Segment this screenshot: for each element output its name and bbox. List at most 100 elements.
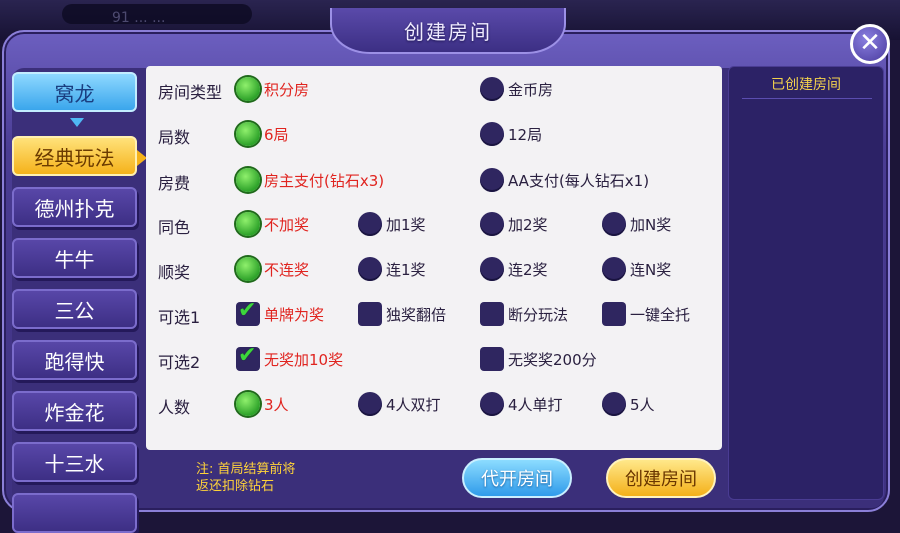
radio-icon[interactable]	[480, 168, 504, 192]
row-label: 同色	[158, 218, 191, 237]
option-label: 不加奖	[264, 215, 310, 234]
tab-6[interactable]: 炸金花	[12, 391, 137, 431]
row-label: 局数	[158, 128, 191, 147]
radio-icon[interactable]	[236, 168, 260, 192]
option-label: 金币房	[508, 80, 554, 99]
close-icon: ✕	[859, 28, 881, 58]
option-label: 积分房	[264, 80, 310, 99]
radio-option[interactable]: 金币房	[480, 76, 553, 102]
option-label: 4人单打	[508, 395, 563, 414]
option-label: 独奖翻倍	[386, 305, 447, 324]
close-button[interactable]: ✕	[850, 24, 890, 64]
radio-icon[interactable]	[358, 392, 382, 416]
chevron-down-icon	[70, 118, 84, 127]
row-label: 人数	[158, 398, 191, 417]
radio-icon[interactable]	[236, 212, 260, 236]
option-label: 加2奖	[508, 215, 548, 234]
option-label: 加1奖	[386, 215, 426, 234]
radio-icon[interactable]	[602, 392, 626, 416]
radio-icon[interactable]	[480, 122, 504, 146]
tab-4[interactable]: 三公	[12, 289, 137, 329]
option-label: 3人	[264, 395, 289, 414]
radio-option[interactable]: 房主支付(钻石x3)	[236, 167, 384, 193]
checkbox-option[interactable]: 独奖翻倍	[358, 301, 446, 327]
checkbox-option[interactable]: 断分玩法	[480, 301, 568, 327]
radio-option[interactable]: 5人	[602, 391, 655, 417]
checkbox-icon[interactable]	[480, 347, 504, 371]
tab-3[interactable]: 牛牛	[12, 238, 137, 278]
radio-option[interactable]: AA支付(每人钻石x1)	[480, 167, 649, 193]
checkbox-icon[interactable]	[602, 302, 626, 326]
radio-icon[interactable]	[480, 77, 504, 101]
row-label: 房间类型	[158, 83, 223, 102]
radio-icon[interactable]	[358, 257, 382, 281]
radio-icon[interactable]	[236, 257, 260, 281]
option-label: 连1奖	[386, 260, 426, 279]
radio-icon[interactable]	[236, 392, 260, 416]
checkbox-icon[interactable]	[236, 343, 260, 371]
radio-icon[interactable]	[480, 392, 504, 416]
checkbox-option[interactable]: 一键全托	[602, 301, 690, 327]
option-label: 断分玩法	[508, 305, 569, 324]
checkbox-icon[interactable]	[480, 302, 504, 326]
room-code-text: 91 ... ...	[112, 10, 166, 26]
row-label: 顺奖	[158, 263, 191, 282]
option-label: 一键全托	[630, 305, 691, 324]
option-label: 5人	[630, 395, 655, 414]
option-label: 无奖加10奖	[264, 350, 344, 369]
proxy-open-room-button[interactable]: 代开房间	[462, 458, 572, 498]
radio-option[interactable]: 12局	[480, 121, 542, 147]
option-label: 不连奖	[264, 260, 310, 279]
checkbox-icon[interactable]	[236, 298, 260, 326]
radio-icon[interactable]	[602, 212, 626, 236]
created-rooms-title: 已创建房间	[771, 77, 841, 93]
radio-icon[interactable]	[602, 257, 626, 281]
option-label: 6局	[264, 125, 289, 144]
option-label: 连N奖	[630, 260, 672, 279]
option-label: 加N奖	[630, 215, 672, 234]
radio-option[interactable]: 不加奖	[236, 211, 309, 237]
option-label: 12局	[508, 125, 543, 144]
row-label: 房费	[158, 174, 191, 193]
radio-option[interactable]: 不连奖	[236, 256, 309, 282]
checkbox-option[interactable]: 单牌为奖	[236, 298, 325, 327]
radio-icon[interactable]	[358, 212, 382, 236]
radio-icon[interactable]	[480, 212, 504, 236]
tab-1[interactable]: 经典玩法	[12, 136, 147, 176]
refund-note-line2: 返还扣除钻石	[196, 479, 275, 494]
tab-0[interactable]: 窝龙	[12, 72, 137, 112]
dialog-title-tab: 创建房间	[330, 8, 566, 54]
tab-7[interactable]: 十三水	[12, 442, 137, 482]
radio-option[interactable]: 连2奖	[480, 256, 548, 282]
create-room-button[interactable]: 创建房间	[606, 458, 716, 498]
option-label: AA支付(每人钻石x1)	[508, 171, 650, 190]
divider	[742, 98, 872, 99]
dialog-title: 创建房间	[404, 20, 492, 44]
refund-note: 注: 首局结算前将 返还扣除钻石	[196, 461, 296, 495]
radio-option[interactable]: 加2奖	[480, 211, 548, 237]
tab-2[interactable]: 德州扑克	[12, 187, 137, 227]
radio-option[interactable]: 连N奖	[602, 256, 671, 282]
row-label: 可选1	[158, 308, 201, 327]
radio-option[interactable]: 加1奖	[358, 211, 426, 237]
radio-option[interactable]: 积分房	[236, 76, 309, 102]
radio-icon[interactable]	[480, 257, 504, 281]
checkbox-option[interactable]: 无奖加10奖	[236, 343, 344, 372]
option-label: 单牌为奖	[264, 305, 325, 324]
radio-option[interactable]: 加N奖	[602, 211, 671, 237]
radio-option[interactable]: 6局	[236, 121, 289, 147]
tab-8[interactable]	[12, 493, 137, 533]
refund-note-line1: 注: 首局结算前将	[196, 462, 296, 477]
tab-5[interactable]: 跑得快	[12, 340, 137, 380]
checkbox-icon[interactable]	[358, 302, 382, 326]
radio-option[interactable]: 4人单打	[480, 391, 563, 417]
checkbox-option[interactable]: 无奖奖200分	[480, 346, 597, 372]
option-label: 连2奖	[508, 260, 548, 279]
radio-icon[interactable]	[236, 77, 260, 101]
radio-icon[interactable]	[236, 122, 260, 146]
row-label: 可选2	[158, 353, 201, 372]
radio-option[interactable]: 3人	[236, 391, 289, 417]
created-rooms-panel	[728, 66, 884, 500]
radio-option[interactable]: 4人双打	[358, 391, 441, 417]
radio-option[interactable]: 连1奖	[358, 256, 426, 282]
